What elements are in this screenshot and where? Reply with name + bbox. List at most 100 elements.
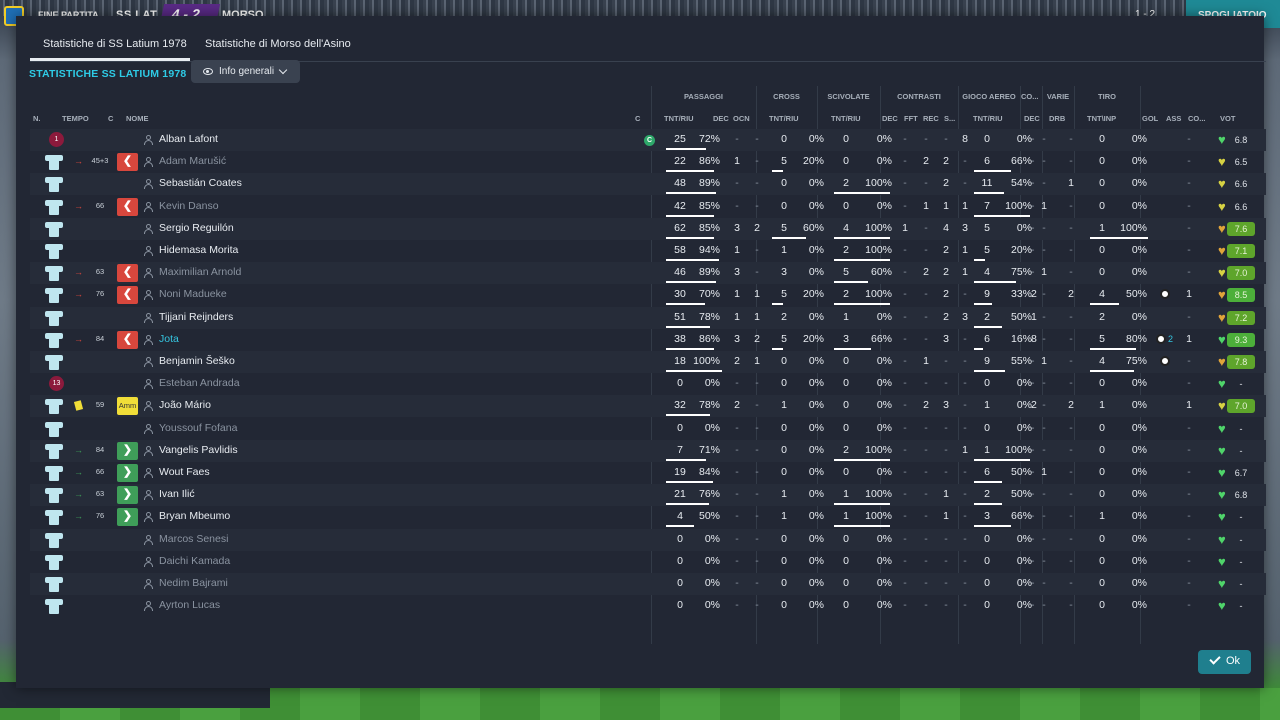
cross-attempts: 0 (781, 199, 787, 212)
player-row[interactable]: → 66 ❮ Kevin Danso 42 85% - -0 0% 0 0% -1 1 1 7 100% 1- -… (30, 196, 1266, 218)
shirt-icon (45, 442, 63, 460)
player-name[interactable]: Benjamin Šeško (159, 351, 235, 373)
player-row[interactable]: → 76 ❮ Noni Madueke 30 70% 1 1 5 20% 2 100% - -2-9 33%… (30, 284, 1266, 306)
sub-in-button[interactable]: ❯ (117, 441, 138, 460)
player-name[interactable]: Jota (159, 329, 179, 351)
player-rating: 6.5 (1234, 157, 1248, 168)
player-row[interactable]: → 76 ❯ Bryan Mbeumo 4 50% - -1 0% 1 100% - -1-3 66% - -… (30, 506, 1266, 528)
con-dec: 1 (902, 221, 908, 234)
con-rec: 2 (943, 177, 949, 190)
player-name[interactable]: Alban Lafont (159, 129, 218, 151)
player-name[interactable]: Nedim Bajrami (159, 573, 228, 595)
sub-out-button[interactable]: ❮ (117, 197, 138, 216)
substitution-minute (88, 573, 112, 595)
pass-chances: - (755, 554, 759, 567)
player-row[interactable]: Sergio Reguilón 62 85% 3 2 5 60% 4 100% 1-4 3 5 0% - -… (30, 217, 1266, 240)
aerial-attempts: 0 (984, 599, 990, 612)
shirt-body (49, 466, 59, 481)
player-name[interactable]: Wout Faes (159, 462, 210, 484)
pass-chances: - (755, 532, 759, 545)
con-dec: - (903, 554, 907, 567)
con-dec: - (903, 177, 907, 190)
tab-home-stats[interactable]: Statistiche di SS Latium 1978 (43, 38, 187, 50)
assists: - (1187, 421, 1191, 434)
player-row[interactable]: 1 Alban Lafont C 25 72% - -0 0% 0 0% - - -8 0 0% - - -0 0%… (30, 129, 1266, 151)
aerial-dec: - (1069, 510, 1073, 523)
player-name[interactable]: Tijjani Reijnders (159, 307, 233, 329)
sub-out-button[interactable]: ❮ (117, 286, 138, 305)
player-row[interactable]: Hidemasa Morita 58 94% 1-1 0% 2 100% - -2 1 5 20% - -… (30, 240, 1266, 262)
player-row[interactable]: Ayrton Lucas 0 0% - -0 0% 0 0% - - - -0 0% - - -0 0% - ♥ - (30, 595, 1266, 617)
player-name[interactable]: Kevin Danso (159, 196, 219, 218)
aerial-co: - (1042, 310, 1046, 323)
assists: - (1187, 155, 1191, 168)
shirt-icon (45, 486, 63, 504)
player-row[interactable]: Youssouf Fofana 0 0% - -0 0% 0 0% - - - -0 0% - - -0 0% -… (30, 418, 1266, 440)
view-dropdown[interactable]: Info generali (191, 60, 300, 83)
player-row[interactable]: → 63 ❯ Ivan Ilić 21 76% - -1 0% 1 100% - -1-2 50% - - -0… (30, 484, 1266, 507)
goal-ball-icon (1160, 356, 1170, 366)
player-name[interactable]: Hidemasa Morita (159, 240, 238, 262)
varie-placeholder: - (1031, 377, 1035, 390)
player-name[interactable]: Daichi Kamada (159, 551, 230, 573)
con-fft: - (924, 177, 928, 190)
shirt-icon (45, 353, 63, 371)
person-body (144, 184, 153, 190)
player-row[interactable]: 59 Amm João Mário 32 78% 2-1 0% 0 0% -2 3-1 0% -2 2 1 0… (30, 395, 1266, 418)
aerial-completion: 50% (1010, 488, 1032, 501)
player-row[interactable]: → 66 ❯ Wout Faes 19 84% - -0 0% 0 0% - - - -6 50% 1- -0 0%… (30, 462, 1266, 484)
player-name[interactable]: Noni Madueke (159, 284, 227, 306)
player-name[interactable]: João Mário (159, 395, 211, 417)
player-row[interactable]: → 45+3 ❮ Adam Marušić 22 86% 1-5 20% 0 0% -2 2-6 66%… (30, 151, 1266, 173)
player-row[interactable]: → 84 ❮ Jota 38 86% 3 2 5 20% 3 66% - -3-6 16% - -8 5 80% 2 1… (30, 329, 1266, 351)
shot-on-target: 0% (1131, 577, 1147, 589)
pass-attempts: 0 (677, 532, 683, 545)
player-row[interactable]: Marcos Senesi 0 0% - -0 0% 0 0% - - - -0 0% - - -0 0% - ♥ - (30, 528, 1266, 551)
tab-away-stats[interactable]: Statistiche di Morso dell'Asino (205, 38, 351, 50)
player-row[interactable]: Daichi Kamada 0 0% - -0 0% 0 0% - - - -0 0% - - -0 0% - ♥ - (30, 551, 1266, 573)
con-rec: 2 (943, 288, 949, 301)
player-row[interactable]: Nedim Bajrami 0 0% - -0 0% 0 0% - - - -0 0% - - -0 0% - ♥ - (30, 573, 1266, 595)
cross-completion-bar (772, 303, 784, 306)
pass-key: 3 (734, 332, 740, 345)
substitution-minute (88, 373, 112, 395)
ok-button[interactable]: Ok (1198, 650, 1251, 674)
cross-completion: 0% (808, 399, 824, 412)
player-name[interactable]: Sergio Reguilón (159, 218, 234, 240)
player-name[interactable]: Ayrton Lucas (159, 595, 220, 617)
sub-out-button[interactable]: ❮ (117, 153, 138, 172)
sub-in-button[interactable]: ❯ (117, 486, 138, 505)
pass-key: 2 (734, 399, 740, 412)
player-name[interactable]: Bryan Mbeumo (159, 506, 230, 528)
cross-completion: 0% (808, 177, 824, 190)
player-name[interactable]: Marcos Senesi (159, 529, 228, 551)
player-name[interactable]: Ivan Ilić (159, 484, 195, 506)
con-rec: - (944, 599, 948, 612)
goalkeeper-number-badge: 1 (49, 132, 64, 147)
con-fft: - (924, 532, 928, 545)
player-row[interactable]: → 63 ❮ Maximilian Arnold 46 89% 3-3 0% 5 60% -2 2 1 4… (30, 262, 1266, 285)
player-row[interactable]: Sebastián Coates 48 89% - -0 0% 2 100% - -2-11 54%… (30, 173, 1266, 196)
player-row[interactable]: 13 Esteban Andrada 0 0% - -0 0% 0 0% - - - -0 0% - - -0 0… (30, 373, 1266, 395)
player-name[interactable]: Sebastián Coates (159, 173, 242, 195)
sub-out-button[interactable]: ❮ (117, 264, 138, 283)
player-name[interactable]: Youssouf Fofana (159, 418, 237, 440)
sub-in-button[interactable]: ❯ (117, 464, 138, 482)
player-name[interactable]: Adam Marušić (159, 151, 226, 173)
pass-key: 3 (734, 221, 740, 234)
player-name[interactable]: Maximilian Arnold (159, 262, 241, 284)
con-rec: - (944, 133, 948, 145)
player-row[interactable]: Benjamin Šeško 18 100% 2 1 0 0% 0 0% -1- -9 55% 1- -4… (30, 351, 1266, 373)
con-s: 1 (962, 443, 968, 456)
sub-out-button[interactable]: ❮ (117, 330, 138, 349)
sub-in-button[interactable]: ❯ (117, 508, 138, 527)
con-rec: - (944, 355, 948, 367)
varie-placeholder: - (1031, 177, 1035, 190)
player-row[interactable]: Tijjani Reijnders 51 78% 1 1 2 0% 1 0% - -2 3 2 50% - -… (30, 306, 1266, 329)
player-row[interactable]: → 84 ❯ Vangelis Pavlidis 7 71% - -0 0% 2 100% - - -1 1… (30, 439, 1266, 462)
condition-heart-icon: ♥ (1218, 265, 1226, 281)
player-name[interactable]: Vangelis Pavlidis (159, 440, 238, 462)
player-name[interactable]: Esteban Andrada (159, 373, 240, 395)
shirt-body (49, 577, 59, 592)
shot-on-target: 0% (1131, 244, 1147, 256)
